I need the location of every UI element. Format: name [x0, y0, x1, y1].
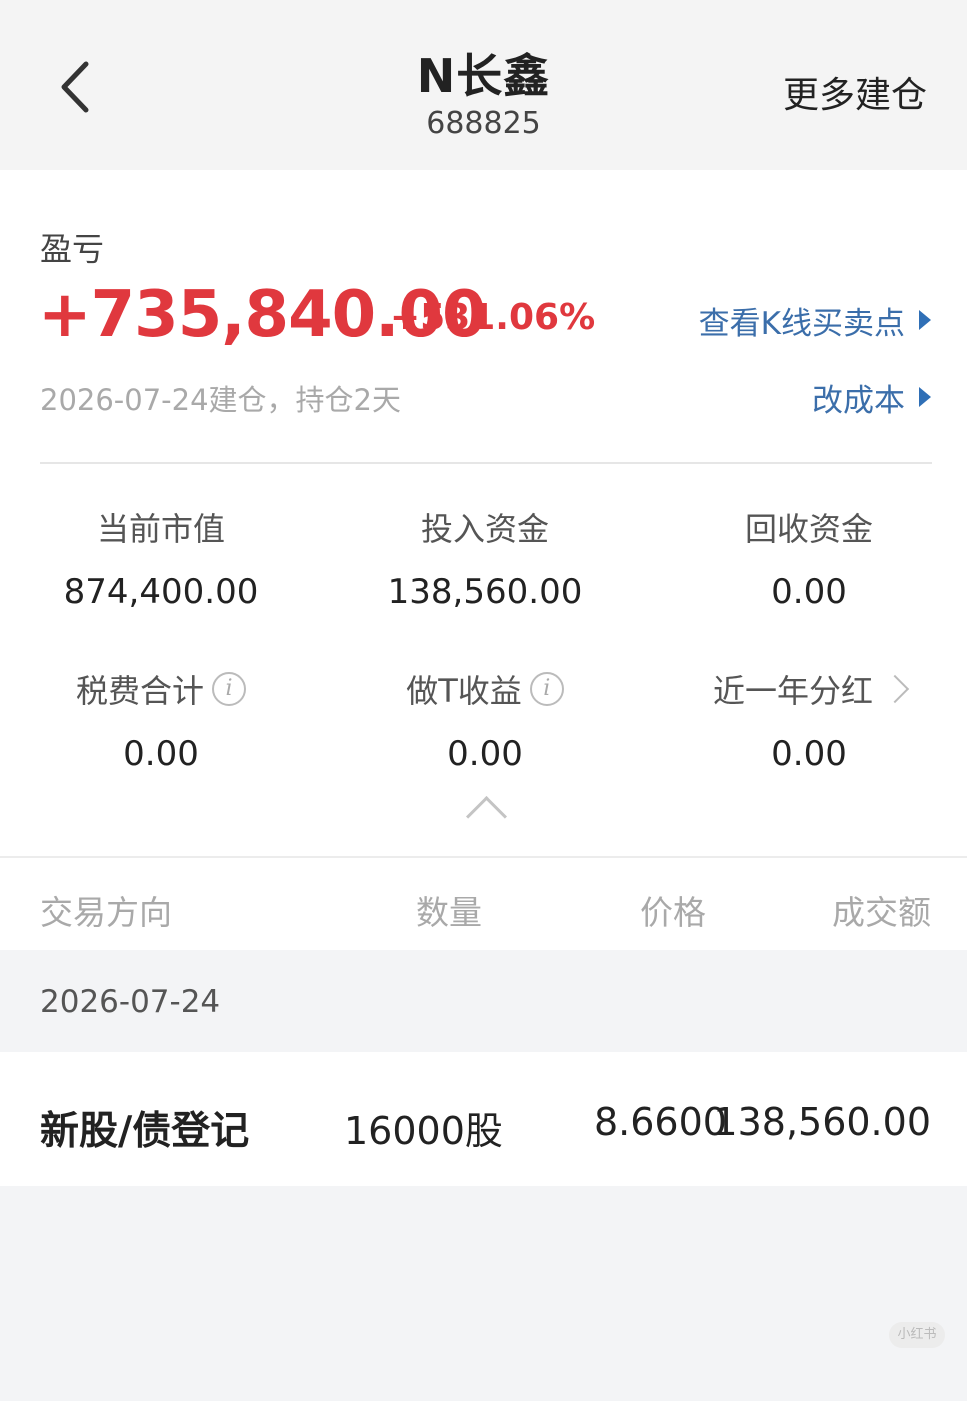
col-price: 价格 — [640, 893, 706, 932]
divider — [40, 462, 932, 464]
stat-label: 投入资金 — [420, 510, 549, 548]
edit-cost-label: 改成本 — [812, 383, 905, 419]
stat-label-wrap[interactable]: 税费合计 i — [76, 666, 246, 712]
date-group-header: 2026-07-24 — [0, 950, 967, 1052]
stat-value: 0.00 — [447, 734, 523, 774]
trade-amount: 138,560.00 — [713, 1100, 931, 1144]
stat-label-wrap[interactable]: 做T收益 i — [406, 666, 564, 712]
col-direction: 交易方向 — [40, 893, 172, 932]
stat-label-wrap[interactable]: 近一年分红 — [712, 666, 910, 712]
stat-value: 0.00 — [771, 734, 847, 774]
chevron-right-icon — [880, 674, 910, 704]
stat-market-value: 当前市值 874,400.00 — [0, 504, 322, 612]
stat-label: 回收资金 — [744, 510, 873, 548]
triangle-right-icon — [919, 387, 931, 407]
col-amount: 成交额 — [832, 893, 931, 932]
position-date: 2026-07-24建仓，持仓2天 — [40, 383, 401, 417]
more-positions-button[interactable]: 更多建仓 — [783, 66, 927, 118]
stat-fees: 税费合计 i 0.00 — [0, 666, 322, 774]
edit-cost-link[interactable]: 改成本 — [812, 375, 931, 420]
stat-value: 0.00 — [771, 572, 847, 612]
view-kline-label: 查看K线买卖点 — [698, 306, 905, 342]
stat-value: 138,560.00 — [387, 572, 583, 612]
col-quantity: 数量 — [416, 893, 482, 932]
stat-value: 874,400.00 — [63, 572, 259, 612]
pl-percent: +531.06% — [390, 297, 596, 338]
info-icon[interactable]: i — [529, 672, 564, 706]
stat-dividend[interactable]: 近一年分红 0.00 — [648, 666, 967, 774]
position-summary-card: 盈亏 +735,840.00 +531.06% 查看K线买卖点 2026-07-… — [0, 170, 967, 856]
table-header: 交易方向 数量 价格 成交额 — [0, 856, 967, 952]
trade-direction: 新股/债登记 — [40, 1109, 250, 1154]
stat-recovered: 回收资金 0.00 — [648, 504, 967, 612]
stat-label: 当前市值 — [96, 510, 225, 548]
stat-invested: 投入资金 138,560.00 — [324, 504, 646, 612]
info-icon[interactable]: i — [212, 672, 246, 706]
triangle-right-icon — [919, 310, 931, 330]
table-row[interactable]: 新股/债登记 16000股 8.6600 138,560.00 — [0, 1052, 967, 1186]
stat-t-profit: 做T收益 i 0.00 — [324, 666, 646, 774]
stat-label: 近一年分红 — [712, 672, 873, 710]
chevron-up-icon[interactable] — [465, 795, 508, 838]
stat-label: 做T收益 — [406, 672, 522, 710]
stat-label: 税费合计 — [75, 672, 204, 710]
watermark-logo: 小红书 — [889, 1322, 945, 1348]
trade-price: 8.6600 — [594, 1100, 727, 1144]
pl-label: 盈亏 — [40, 230, 105, 268]
stat-value: 0.00 — [123, 734, 199, 774]
view-kline-link[interactable]: 查看K线买卖点 — [699, 298, 931, 343]
nav-header: N长鑫 688825 更多建仓 — [0, 0, 967, 170]
trade-quantity: 16000股 — [344, 1109, 503, 1153]
group-date: 2026-07-24 — [40, 984, 221, 1020]
